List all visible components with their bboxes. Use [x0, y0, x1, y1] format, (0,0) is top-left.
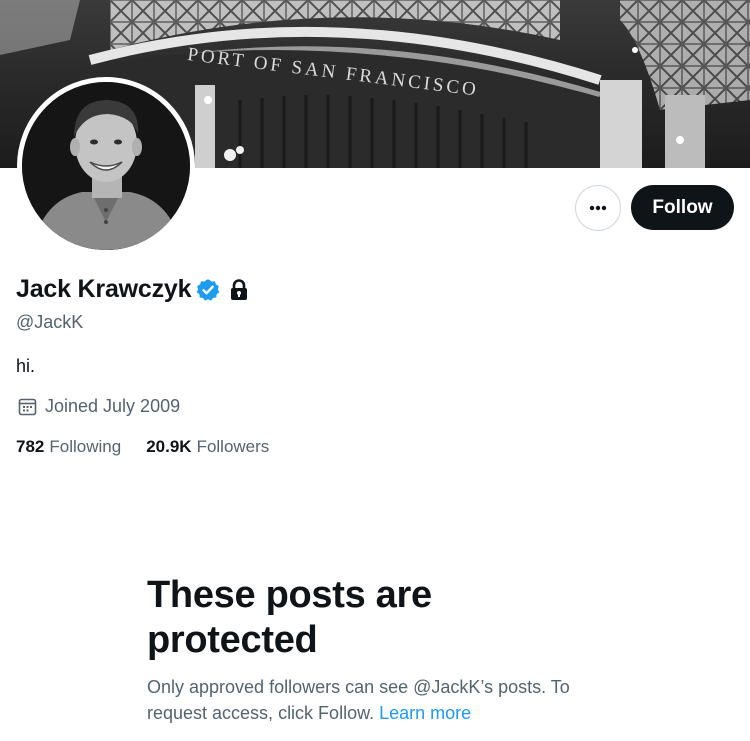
follow-button[interactable]: Follow: [631, 185, 734, 230]
verified-badge-icon[interactable]: [196, 278, 220, 302]
joined-date: Joined July 2009: [18, 396, 180, 417]
joined-date-text: Joined July 2009: [45, 396, 181, 416]
following-label: Following: [49, 437, 122, 456]
following-count: 782: [16, 437, 45, 456]
followers-label: Followers: [196, 437, 270, 456]
protected-lock-icon: [229, 278, 249, 301]
more-horizontal-icon: [589, 205, 607, 211]
profile-handle: @JackK: [16, 312, 84, 332]
display-name: Jack Krawczyk: [16, 275, 192, 303]
followers-count: 20.9K: [146, 437, 192, 456]
profile-stats: 782 Following 20.9K Followers: [16, 437, 269, 457]
avatar-photo: [22, 82, 190, 250]
following-link[interactable]: 782 Following: [16, 437, 121, 457]
protected-message: Only approved followers can see @JackK’s…: [147, 674, 617, 726]
profile-avatar[interactable]: [17, 77, 195, 255]
calendar-icon: [18, 398, 37, 416]
protected-title: These posts are protected: [147, 574, 432, 661]
learn-more-link[interactable]: Learn more: [379, 703, 471, 723]
protected-body-text: Only approved followers can see @JackK’s…: [147, 677, 570, 723]
profile-name-row: Jack Krawczyk: [16, 275, 249, 304]
profile-bio: hi.: [16, 356, 36, 376]
more-options-button[interactable]: [575, 185, 621, 231]
followers-link[interactable]: 20.9K Followers: [146, 437, 269, 457]
